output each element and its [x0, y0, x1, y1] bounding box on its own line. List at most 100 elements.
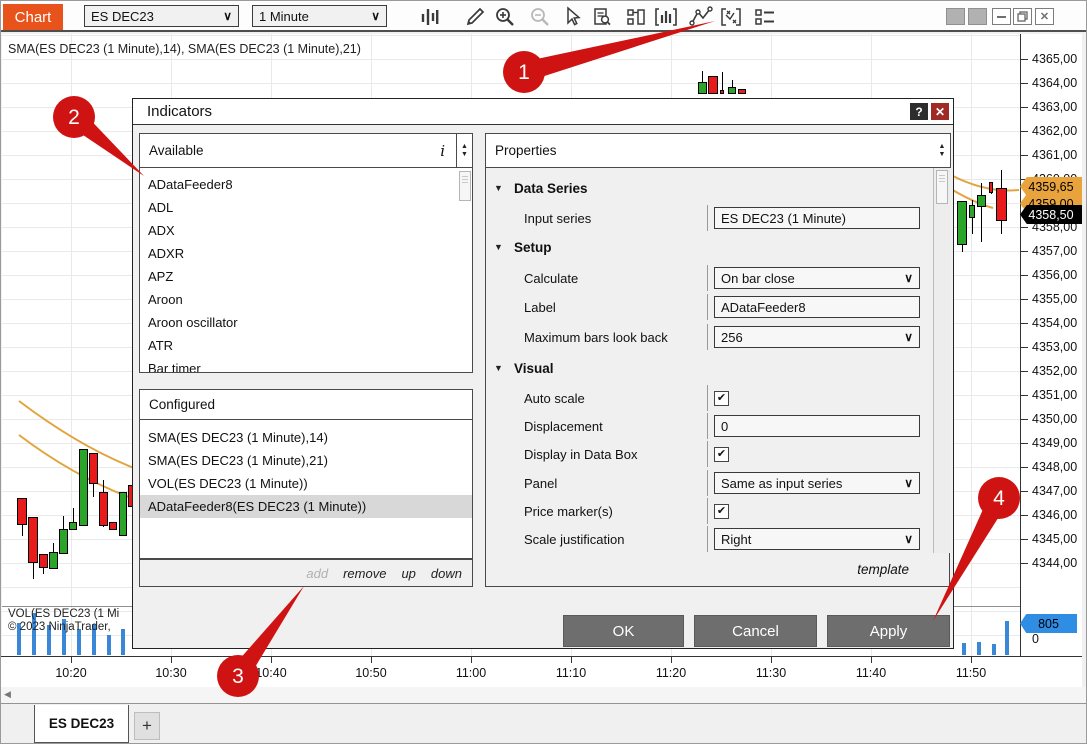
instrument-dropdown[interactable]: ES DEC23 ∨ [84, 5, 239, 27]
available-list-item[interactable]: ADX [140, 219, 472, 242]
candle-body [738, 89, 746, 94]
add-button[interactable]: add [306, 566, 328, 581]
configured-list-item[interactable]: VOL(ES DEC23 (1 Minute)) [140, 472, 472, 495]
tab-es-dec23[interactable]: ES DEC23 [34, 705, 129, 743]
chart-window: Chart ES DEC23 ∨ 1 Minute ∨ [0, 0, 1087, 744]
close-button[interactable]: ✕ [1035, 8, 1054, 25]
price-axis-label: 4348,00 [1032, 460, 1077, 474]
price-axis[interactable]: 4365,004364,004363,004362,004361,004360,… [1020, 34, 1082, 656]
configured-list-item[interactable]: SMA(ES DEC23 (1 Minute),14) [140, 426, 472, 449]
candle-body [28, 517, 38, 563]
time-tick [571, 657, 572, 663]
displacement-field[interactable]: 0 [714, 415, 920, 437]
apply-button[interactable]: Apply [827, 615, 950, 647]
price-tick [1021, 371, 1028, 372]
volume-bar [121, 629, 125, 655]
candle-body [49, 552, 58, 569]
available-list-item[interactable]: Aroon oscillator [140, 311, 472, 334]
time-tick [771, 657, 772, 663]
help-button[interactable]: ? [910, 103, 928, 120]
copyright-label: © 2023 NinjaTrader, [8, 621, 111, 633]
zoom-in-icon[interactable] [492, 6, 518, 28]
price-axis-label: 4345,00 [1032, 532, 1077, 546]
properties-scroll-spinner[interactable]: ▲▼ [934, 133, 951, 168]
configured-list-item[interactable]: ADataFeeder8(ES DEC23 (1 Minute)) [140, 495, 472, 518]
time-axis[interactable]: 10:2010:3010:4010:5011:0011:1011:2011:30… [1, 657, 1082, 687]
time-axis-label: 11:10 [541, 666, 601, 680]
chevron-down-icon: ∨ [904, 330, 913, 344]
panel-dropdown[interactable]: Same as input series∨ [714, 472, 920, 494]
auto-scale-checkbox[interactable]: ✔ [714, 391, 729, 406]
available-list-item[interactable]: Bar timer [140, 357, 472, 373]
titlebar-gray-button-1[interactable] [946, 8, 965, 25]
property-row-max-bars: Maximum bars look back 256∨ [486, 323, 933, 351]
dialog-close-button[interactable]: ✕ [931, 103, 949, 120]
available-list-item[interactable]: ADataFeeder8 [140, 173, 472, 196]
available-list-item[interactable]: APZ [140, 265, 472, 288]
price-axis-label: 4346,00 [1032, 508, 1077, 522]
minimize-button[interactable] [992, 8, 1011, 25]
info-icon[interactable]: i [440, 142, 445, 160]
configured-header: Configured [139, 389, 473, 420]
zoom-out-icon[interactable] [527, 6, 553, 28]
down-button[interactable]: down [431, 566, 462, 581]
configured-actions: add remove up down [139, 559, 473, 587]
indicators-icon[interactable] [653, 6, 679, 28]
price-tick [1021, 443, 1028, 444]
available-scroll-spinner[interactable]: ▲▼ [457, 133, 473, 168]
interval-value: 1 Minute [259, 9, 309, 24]
template-link[interactable]: template [857, 562, 909, 577]
available-list-item[interactable]: Aroon [140, 288, 472, 311]
scroll-left-arrow-icon[interactable]: ◀ [4, 689, 11, 700]
pencil-draw-icon[interactable] [462, 6, 488, 28]
price-axis-label: 4364,00 [1032, 76, 1077, 90]
drawing-tools-icon[interactable] [688, 6, 714, 28]
time-tick [371, 657, 372, 663]
property-row-input-series: Input series ES DEC23 (1 Minute) [486, 204, 933, 232]
time-tick [471, 657, 472, 663]
cursor-icon[interactable] [559, 6, 585, 28]
tab-bar: ES DEC23 + [1, 703, 1087, 744]
add-tab-button[interactable]: + [134, 712, 160, 740]
strategies-icon[interactable] [718, 6, 744, 28]
remove-button[interactable]: remove [343, 566, 386, 581]
price-markers-checkbox[interactable]: ✔ [714, 504, 729, 519]
up-button[interactable]: up [401, 566, 415, 581]
available-list-item[interactable]: ADL [140, 196, 472, 219]
group-row-setup[interactable]: ▼ Setup [486, 233, 933, 261]
price-tick [1021, 347, 1028, 348]
group-row-visual[interactable]: ▼ Visual [486, 354, 933, 382]
input-series-field[interactable]: ES DEC23 (1 Minute) [714, 207, 920, 229]
candle-body [728, 87, 736, 94]
restore-button[interactable] [1013, 8, 1032, 25]
properties-scrollbar-thumb[interactable] [936, 170, 948, 204]
ok-button[interactable]: OK [563, 615, 684, 647]
time-tick [671, 657, 672, 663]
time-axis-label: 10:20 [41, 666, 101, 680]
price-tick [1021, 227, 1028, 228]
label-field[interactable]: ADataFeeder8 [714, 296, 920, 318]
available-header: Available i [139, 133, 457, 168]
property-row-panel: Panel Same as input series∨ [486, 469, 933, 497]
data-box-checkbox[interactable]: ✔ [714, 447, 729, 462]
titlebar-gray-button-2[interactable] [968, 8, 987, 25]
property-row-data-box: Display in Data Box ✔ [486, 440, 933, 468]
candle-body [720, 90, 724, 94]
chart-style-icon[interactable] [416, 6, 442, 28]
data-box-icon[interactable] [589, 6, 615, 28]
cancel-button[interactable]: Cancel [694, 615, 817, 647]
max-bars-dropdown[interactable]: 256∨ [714, 326, 920, 348]
interval-dropdown[interactable]: 1 Minute ∨ [252, 5, 387, 27]
configured-list-item[interactable]: SMA(ES DEC23 (1 Minute),21) [140, 449, 472, 472]
calculate-dropdown[interactable]: On bar close∨ [714, 267, 920, 289]
scale-justification-dropdown[interactable]: Right∨ [714, 528, 920, 550]
chart-panel-icon[interactable] [623, 6, 649, 28]
properties-scrollbar[interactable] [933, 168, 951, 553]
available-list-item[interactable]: ATR [140, 334, 472, 357]
available-scrollbar-thumb[interactable] [459, 171, 471, 201]
group-row-data-series[interactable]: ▼ Data Series [486, 174, 933, 202]
dialog-titlebar[interactable]: Indicators ? ✕ [133, 99, 953, 125]
properties-icon[interactable] [752, 6, 778, 28]
available-list-item[interactable]: ADXR [140, 242, 472, 265]
price-axis-label: 4362,00 [1032, 124, 1077, 138]
